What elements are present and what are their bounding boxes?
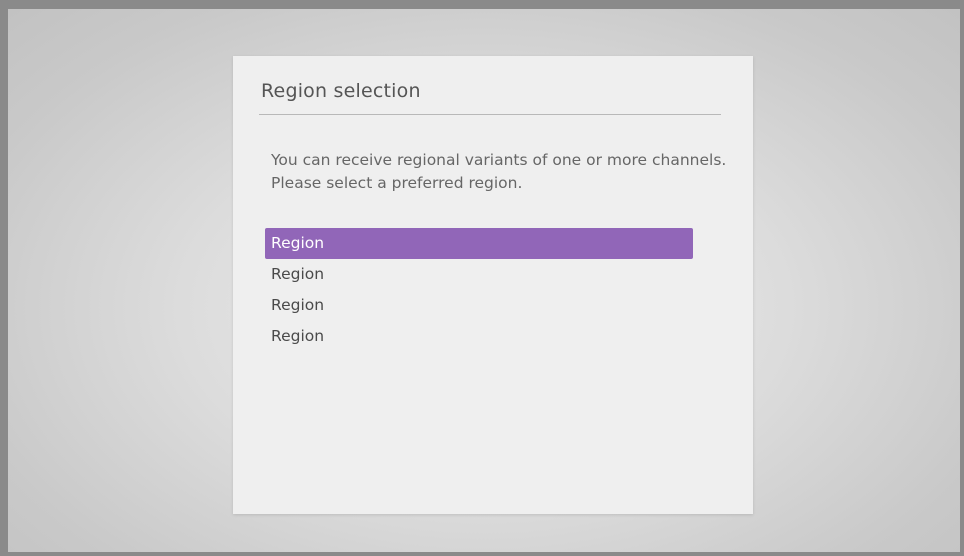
dialog-message: You can receive regional variants of one… bbox=[271, 151, 727, 192]
region-option-4[interactable]: Region bbox=[265, 321, 693, 352]
region-selection-dialog: Region selection You can receive regiona… bbox=[233, 56, 753, 514]
region-option-1[interactable]: Region bbox=[265, 228, 693, 259]
tv-screen: Region selection You can receive regiona… bbox=[0, 0, 964, 556]
region-list: Region Region Region Region bbox=[265, 228, 693, 352]
title-divider bbox=[259, 114, 721, 115]
dialog-title: Region selection bbox=[261, 80, 421, 102]
region-option-2[interactable]: Region bbox=[265, 259, 693, 290]
region-option-3[interactable]: Region bbox=[265, 290, 693, 321]
